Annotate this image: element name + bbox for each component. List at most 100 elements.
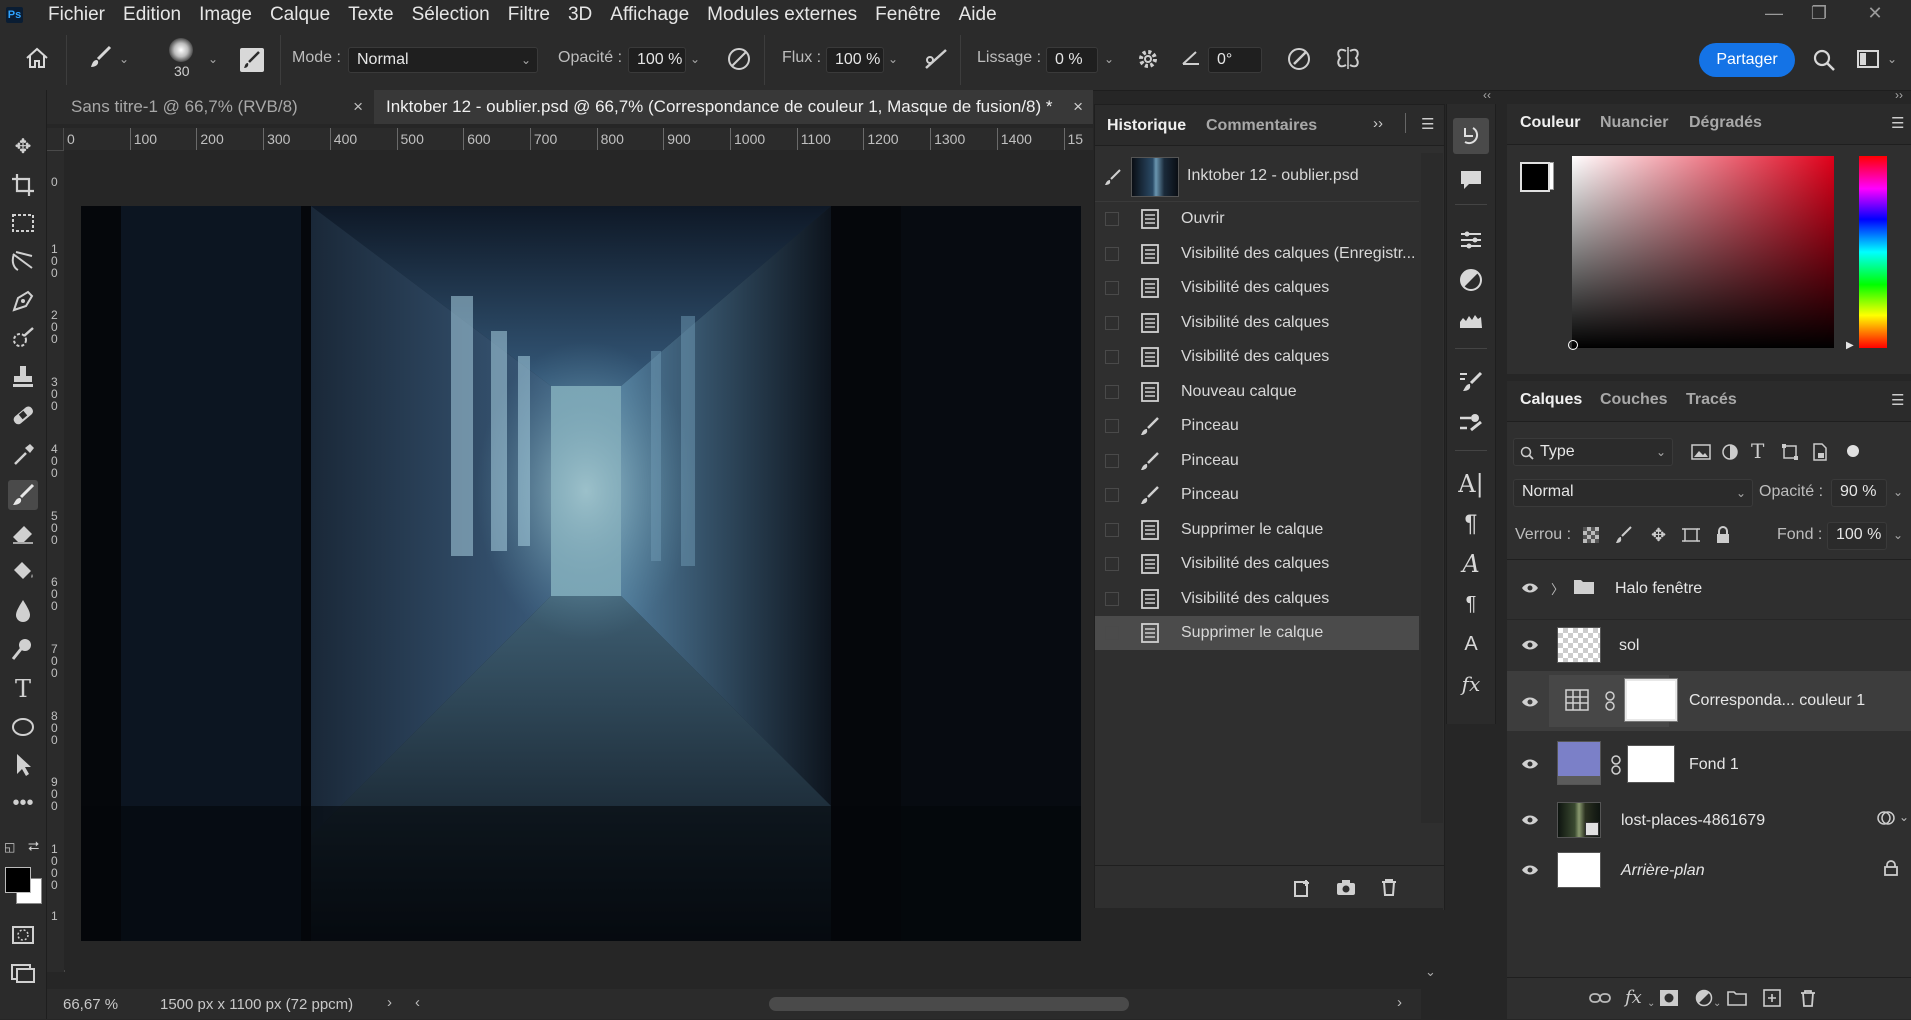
history-brush-source-checkbox[interactable] [1105,419,1119,433]
minimize-icon[interactable]: — [1757,0,1791,28]
adjustments-panel-icon[interactable] [1457,266,1485,294]
paint-bucket-icon[interactable] [8,556,38,586]
history-scrollbar[interactable] [1421,153,1443,823]
workspace-icon[interactable] [1857,49,1879,69]
filter-toggle[interactable] [1847,445,1859,457]
filter-shape-icon[interactable] [1781,443,1799,461]
tab-degrades[interactable]: Dégradés [1689,114,1762,132]
menu-texte[interactable]: Texte [348,4,393,26]
history-brush-source-checkbox[interactable] [1105,315,1119,330]
angle-field[interactable]: 0° [1208,47,1262,73]
layer-opacity-field[interactable]: 90 % [1831,479,1887,507]
zoom-level[interactable]: 66,67 % [63,996,118,1013]
airbrush-icon[interactable] [922,46,950,72]
history-state[interactable]: Pinceau [1095,478,1419,512]
histogram-panel-icon[interactable] [1457,306,1485,334]
filter-smart-object-icon[interactable] [1811,442,1829,462]
history-brush-source-checkbox[interactable] [1105,557,1119,571]
character-panel-icon[interactable]: A| [1457,470,1485,498]
menu-image[interactable]: Image [199,4,252,26]
tab-couches[interactable]: Couches [1600,391,1668,409]
history-panel-icon[interactable] [1453,118,1489,154]
symmetry-icon[interactable] [1334,44,1362,72]
pen-tool-icon[interactable] [8,286,38,316]
hue-slider-handle[interactable]: ▶ [1846,340,1854,351]
collapse-panels-icon[interactable]: ‹‹ [1483,88,1491,102]
restore-icon[interactable]: ❐ [1802,0,1836,28]
stamp-tool-icon[interactable] [8,362,38,392]
link-layers-icon[interactable] [1589,990,1611,1006]
history-brush-source-checkbox[interactable] [1105,212,1119,226]
chevron-down-icon[interactable]: ⌄ [1647,998,1655,1009]
scroll-down-icon[interactable]: ⌄ [1425,964,1436,980]
tab-sans-titre[interactable]: Sans titre-1 @ 66,7% (RVB/8) × [59,90,371,124]
layer-arriere-plan[interactable]: Arrière-plan [1507,845,1911,893]
history-state[interactable]: Visibilité des calques [1095,547,1419,581]
smart-filter-effects-icon[interactable] [1877,809,1895,827]
history-brush-source-icon[interactable] [1103,167,1123,187]
chevron-down-icon[interactable]: ⌄ [119,52,129,66]
panel-menu-icon[interactable]: ☰ [1421,115,1434,133]
camera-icon[interactable] [1335,878,1357,898]
quick-mask-icon[interactable] [8,920,38,950]
layer-lost-places[interactable]: lost-places-4861679 ⌄ [1507,795,1911,843]
history-state[interactable]: Pinceau [1095,409,1419,443]
history-state[interactable]: Visibilité des calques [1095,340,1419,374]
visibility-eye-icon[interactable] [1521,581,1539,595]
close-icon[interactable]: × [1073,90,1083,124]
chain-link-icon[interactable] [1611,755,1621,775]
history-state[interactable]: Visibilité des calques [1095,582,1419,616]
menu-edition[interactable]: Edition [123,4,181,26]
crop-tool-icon[interactable] [8,170,38,200]
comments-panel-icon[interactable] [1457,166,1485,194]
scroll-right-icon[interactable]: › [1397,994,1402,1011]
panel-menu-icon[interactable]: ☰ [1891,391,1904,409]
tool-presets-panel-icon[interactable] [1457,408,1485,436]
flow-field[interactable]: 100 % [826,47,884,73]
layer-style-fx-icon[interactable]: fx [1625,987,1642,1008]
chevron-down-icon[interactable]: ⌄ [1713,998,1721,1009]
menu-3d[interactable]: 3D [568,4,592,26]
home-icon[interactable] [24,46,50,70]
chevron-down-icon[interactable]: ⌄ [888,52,898,66]
history-state[interactable]: Supprimer le calque [1095,616,1419,650]
visibility-eye-icon[interactable] [1521,695,1539,709]
menu-modules-externes[interactable]: Modules externes [707,4,857,26]
layer-mask-thumbnail[interactable] [1624,678,1678,722]
visibility-eye-icon[interactable] [1521,863,1539,877]
marquee-tool-icon[interactable] [8,208,38,238]
type-tool-icon[interactable]: T [8,674,38,704]
more-tools-icon[interactable]: ••• [8,788,38,818]
lock-position-icon[interactable]: ✥ [1651,525,1666,546]
brush-settings-icon[interactable] [240,48,264,72]
new-group-folder-icon[interactable] [1727,990,1747,1006]
close-icon[interactable]: × [353,90,363,124]
brush-tool-preset-icon[interactable] [88,44,114,70]
visibility-eye-icon[interactable] [1521,757,1539,771]
trash-icon[interactable] [1379,877,1399,897]
chevron-down-icon[interactable]: ⌄ [208,52,218,66]
healing-brush-icon[interactable] [8,400,38,430]
visibility-eye-icon[interactable] [1521,813,1539,827]
expand-panels-icon[interactable]: ›› [1895,88,1903,102]
history-state[interactable]: Ouvrir [1095,202,1419,236]
default-colors-icon[interactable]: ◱ [4,840,15,854]
history-brush-source-checkbox[interactable] [1105,591,1119,606]
pressure-opacity-icon[interactable] [726,46,752,72]
history-brush-source-checkbox[interactable] [1105,522,1119,537]
pressure-size-icon[interactable] [1286,46,1312,72]
layer-group-halo[interactable]: 〉 Halo fenêtre [1507,565,1911,613]
paragraph-styles-panel-icon[interactable]: ¶ [1457,590,1485,618]
history-snapshot[interactable]: Inktober 12 - oublier.psd [1095,153,1419,202]
history-brush-source-checkbox[interactable] [1105,281,1119,295]
chevron-down-icon[interactable]: ⌄ [1893,485,1903,499]
history-state[interactable]: Visibilité des calques (Enregistr... [1095,237,1419,271]
lasso-tool-icon[interactable] [8,246,38,276]
trash-icon[interactable] [1799,988,1817,1008]
chevron-down-icon[interactable]: ⌄ [1893,528,1903,542]
tab-nuancier[interactable]: Nuancier [1600,114,1668,132]
filter-type-icon[interactable]: T [1751,439,1764,463]
collapse-panel-icon[interactable]: ›› [1373,115,1383,132]
brush-settings-panel-icon[interactable] [1457,368,1485,396]
scroll-left-icon[interactable]: ‹ [415,994,420,1011]
